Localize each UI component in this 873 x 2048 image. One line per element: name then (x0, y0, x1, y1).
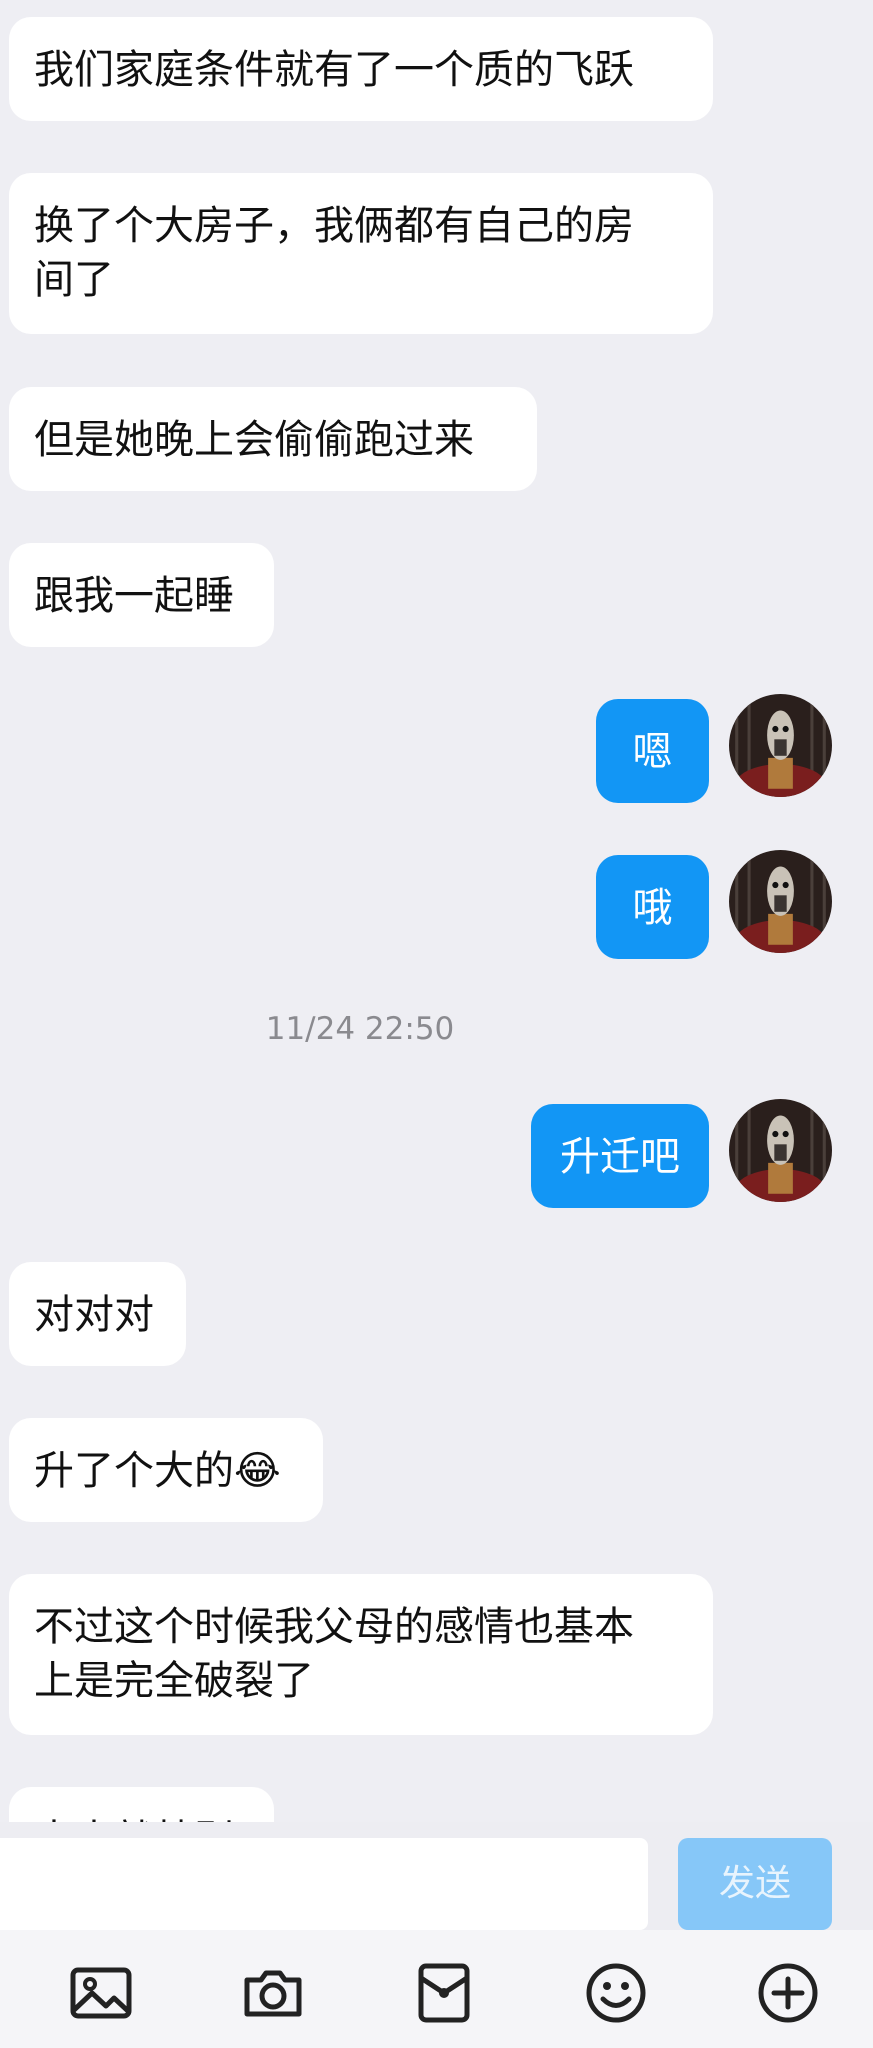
message-bubble[interactable]: 跟我一起睡 (9, 543, 274, 647)
avatar[interactable] (729, 1099, 832, 1202)
message-bubble[interactable]: 嗯 (596, 699, 709, 803)
camera-icon[interactable] (240, 1960, 306, 2026)
red-packet-icon[interactable] (411, 1960, 477, 2026)
message-bubble[interactable]: 对对对 (9, 1262, 186, 1366)
input-bar: 发送 (0, 1822, 873, 1930)
avatar[interactable] (729, 694, 832, 797)
plus-icon[interactable] (755, 1960, 821, 2026)
message-bubble[interactable]: 本来就特别 (9, 1787, 274, 1822)
message-bubble[interactable]: 哦 (596, 855, 709, 959)
send-button[interactable]: 发送 (678, 1838, 832, 1930)
bottom-toolbar (0, 1930, 873, 2048)
message-bubble[interactable]: 不过这个时候我父母的感情也基本 上是完全破裂了 (9, 1574, 713, 1735)
chat-area[interactable]: 我们家庭条件就有了一个质的飞跃 换了个大房子，我俩都有自己的房 间了 但是她晚上… (0, 0, 873, 1822)
message-bubble[interactable]: 换了个大房子，我俩都有自己的房 间了 (9, 173, 713, 334)
message-timestamp: 11/24 22:50 (265, 1011, 455, 1047)
avatar[interactable] (729, 850, 832, 953)
image-icon[interactable] (68, 1960, 134, 2026)
message-bubble[interactable]: 我们家庭条件就有了一个质的飞跃 (9, 17, 713, 121)
message-input[interactable] (0, 1838, 648, 1930)
emoji-icon[interactable] (583, 1960, 649, 2026)
message-bubble[interactable]: 升迁吧 (531, 1104, 709, 1208)
message-bubble[interactable]: 升了个大的😂 (9, 1418, 323, 1522)
message-bubble[interactable]: 但是她晚上会偷偷跑过来 (9, 387, 537, 491)
